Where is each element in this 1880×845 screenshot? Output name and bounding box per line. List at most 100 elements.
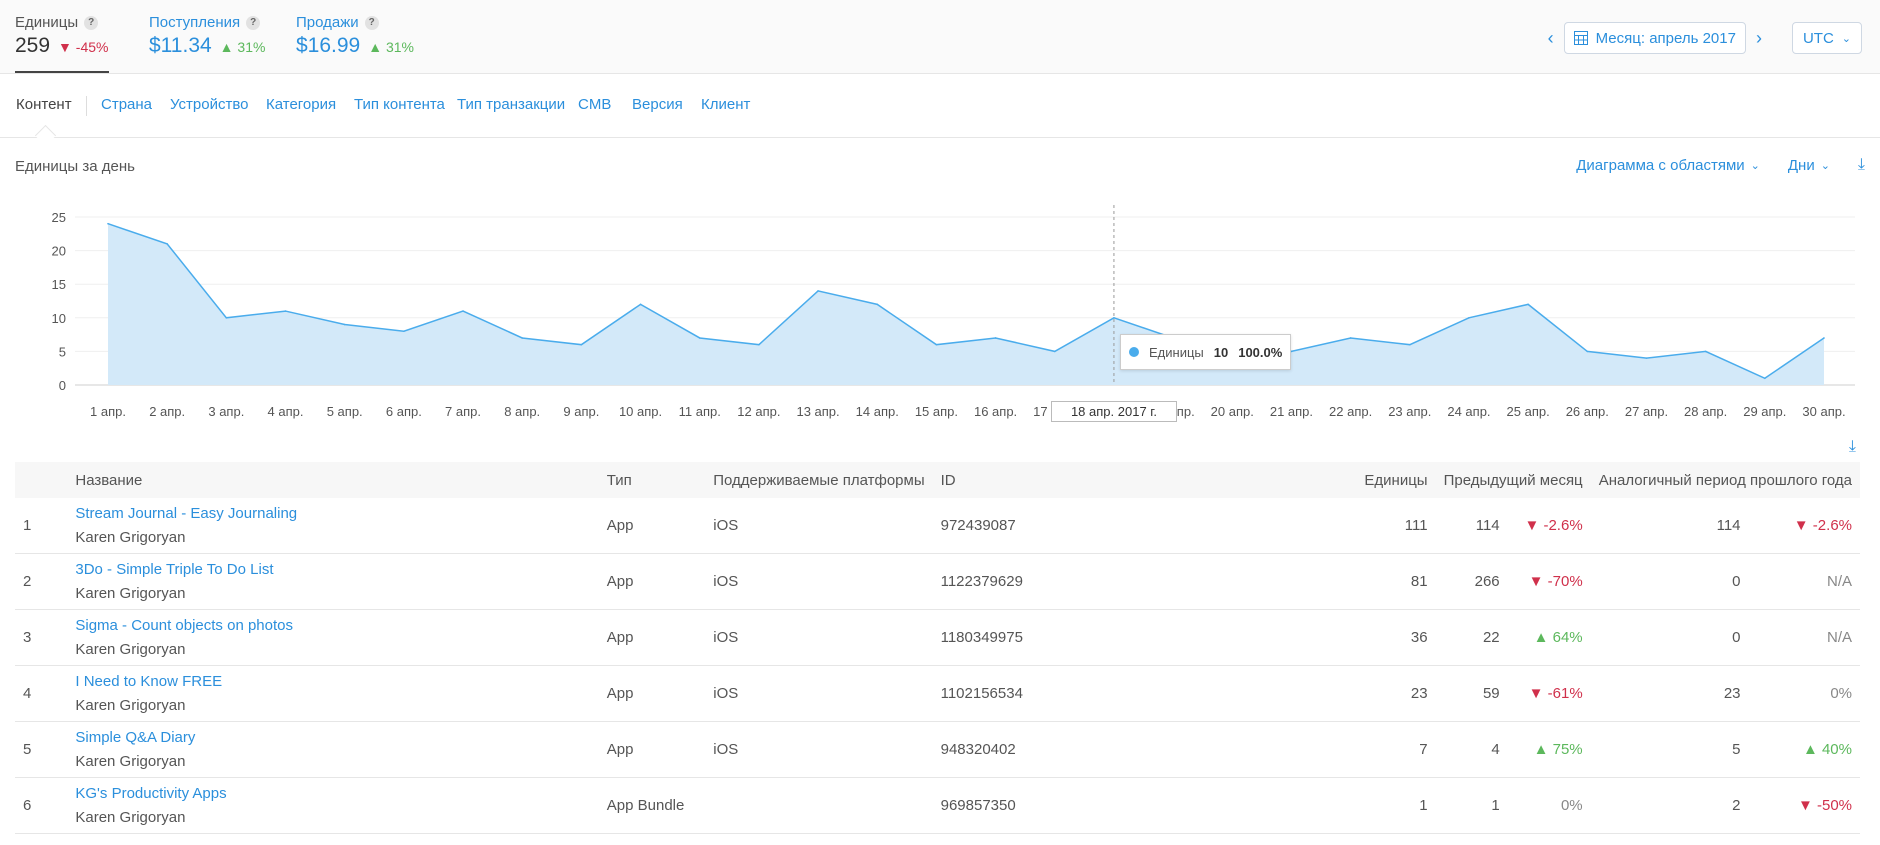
chevron-right-icon[interactable]: › [1756, 28, 1762, 49]
chevron-down-icon: ⌄ [1841, 32, 1851, 45]
chevron-down-icon: ⌄ [1820, 159, 1830, 172]
col-type[interactable]: Тип [598, 462, 706, 498]
tab-content[interactable]: Контент [16, 96, 72, 113]
row-rank: 4 [15, 665, 68, 722]
type-cell: App [598, 721, 706, 778]
chart-title: Единицы за день [15, 158, 135, 175]
tooltip-percent: 100.0% [1238, 344, 1283, 360]
tab-client[interactable]: Клиент [701, 96, 750, 113]
calendar-icon [1573, 31, 1588, 45]
chevron-left-icon[interactable]: ‹ [1548, 28, 1554, 49]
data-point [1349, 337, 1352, 339]
table-row[interactable]: 6 KG's Productivity Apps Karen Grigoryan… [15, 777, 1860, 834]
data-point [225, 317, 228, 319]
data-point [403, 330, 405, 333]
name-cell: I Need to Know FREE Karen Grigoryan [67, 665, 599, 722]
name-cell: Simple Q&A Diary Karen Grigoryan [67, 721, 599, 778]
timezone-button[interactable]: UTC ⌄ [1791, 22, 1862, 54]
data-point [343, 323, 346, 326]
developer-name: Karen Grigoryan [75, 529, 186, 546]
app-name-link[interactable]: Sigma - Count objects on photos [75, 617, 590, 634]
col-platforms[interactable]: Поддерживаемые платформы [705, 462, 933, 498]
chart-controls: Диаграмма с областями ⌄ Дни ⌄ ⤓ [1576, 156, 1865, 174]
metric-sales[interactable]: Продажи? $16.99 ▲ 31% [296, 14, 414, 58]
period-nav: ‹ Месяц: апрель 2017 › UTC ⌄ [1548, 22, 1862, 54]
prev-year-cell: 23 [1590, 665, 1749, 722]
name-cell: Stream Journal - Easy Journaling Karen G… [67, 498, 599, 554]
tab-content-type[interactable]: Тип контента [354, 96, 445, 113]
table-row[interactable]: 4 I Need to Know FREE Karen Grigoryan Ap… [15, 665, 1860, 722]
tab-transaction-type[interactable]: Тип транзакции [457, 96, 565, 113]
metric-proceeds[interactable]: Поступления? $11.34 ▲ 31% [149, 14, 265, 58]
app-name-link[interactable]: I Need to Know FREE [75, 673, 590, 690]
col-units[interactable]: Единицы [1349, 462, 1436, 498]
hover-date-label: 18 апр. 2017 г. [1051, 401, 1177, 422]
col-rank [15, 462, 68, 498]
prev-year-cell: 2 [1590, 777, 1749, 834]
data-point [1113, 317, 1115, 319]
x-tick-label: 20 апр. [1211, 404, 1254, 419]
id-cell: 969857350 [932, 777, 1350, 834]
download-icon[interactable]: ⤓ [1858, 156, 1865, 174]
metric-value: $11.34 [149, 34, 212, 57]
timezone-label: UTC [1802, 29, 1834, 47]
series-color-dot [1129, 347, 1139, 357]
table-row[interactable]: 5 Simple Q&A Diary Karen Grigoryan App i… [15, 721, 1860, 778]
metric-value: $16.99 [296, 34, 361, 57]
col-prev-year[interactable]: Аналогичный период прошлого года [1590, 462, 1860, 498]
tab-cmb[interactable]: CMB [578, 96, 611, 113]
x-tick-label: 24 апр. [1447, 404, 1490, 419]
row-rank: 1 [15, 498, 68, 554]
data-point [1704, 350, 1707, 353]
app-name-link[interactable]: Simple Q&A Diary [75, 729, 590, 746]
interval-dropdown[interactable]: Дни ⌄ [1788, 157, 1830, 174]
x-tick-label: 3 апр. [208, 404, 244, 419]
interval-label: Дни [1787, 156, 1815, 174]
app-name-link[interactable]: Stream Journal - Easy Journaling [75, 505, 590, 522]
developer-name: Karen Grigoryan [75, 753, 186, 770]
type-cell: App [598, 609, 706, 666]
x-tick-label: 6 апр. [386, 404, 422, 419]
row-rank: 5 [15, 721, 68, 778]
x-tick-label: 4 апр. [268, 404, 304, 419]
chart-type-dropdown[interactable]: Диаграмма с областями ⌄ [1576, 157, 1760, 174]
type-cell: App [598, 498, 706, 554]
tab-version[interactable]: Версия [632, 96, 683, 113]
help-icon[interactable]: ? [246, 15, 261, 30]
content-table: Название Тип Поддерживаемые платформы ID… [15, 462, 1860, 834]
metric-change: ▼ -45% [58, 39, 109, 55]
table-row[interactable]: 2 3Do - Simple Triple To Do List Karen G… [15, 553, 1860, 610]
col-prev-month[interactable]: Предыдущий месяц [1435, 462, 1591, 498]
app-name-link[interactable]: KG's Productivity Apps [75, 785, 590, 802]
data-point [758, 343, 760, 346]
tab-category[interactable]: Категория [266, 96, 336, 113]
data-point [1053, 350, 1056, 353]
data-point [817, 290, 819, 292]
x-tick-label: 2 апр. [149, 404, 185, 419]
month-picker-button[interactable]: Месяц: апрель 2017 [1563, 22, 1746, 54]
prev-month-cell: 22 [1435, 609, 1508, 666]
col-id[interactable]: ID [932, 462, 1350, 498]
col-name[interactable]: Название [67, 462, 599, 498]
x-tick-label: 27 апр. [1625, 404, 1668, 419]
prev-month-change: ▲ 75% [1507, 721, 1591, 778]
x-tick-label: 16 апр. [974, 404, 1017, 419]
tab-country[interactable]: Страна [101, 96, 152, 113]
table-row[interactable]: 3 Sigma - Count objects on photos Karen … [15, 609, 1860, 666]
y-tick-label: 10 [52, 311, 66, 326]
platform-cell: iOS [705, 553, 933, 610]
table-row[interactable]: 1 Stream Journal - Easy Journaling Karen… [15, 498, 1860, 554]
app-name-link[interactable]: 3Do - Simple Triple To Do List [75, 561, 590, 578]
data-point [1645, 357, 1648, 359]
download-icon[interactable]: ⤓ [1849, 438, 1856, 456]
prev-year-cell: 114 [1590, 498, 1749, 554]
help-icon[interactable]: ? [364, 15, 379, 30]
platform-cell [705, 777, 933, 834]
data-point [639, 303, 642, 306]
tab-device[interactable]: Устройство [170, 96, 248, 113]
x-tick-label: 30 апр. [1802, 404, 1845, 419]
data-point [698, 337, 701, 339]
help-icon[interactable]: ? [84, 15, 99, 30]
metric-units[interactable]: Единицы? 259 ▼ -45% [15, 14, 108, 58]
y-tick-label: 20 [52, 244, 66, 259]
